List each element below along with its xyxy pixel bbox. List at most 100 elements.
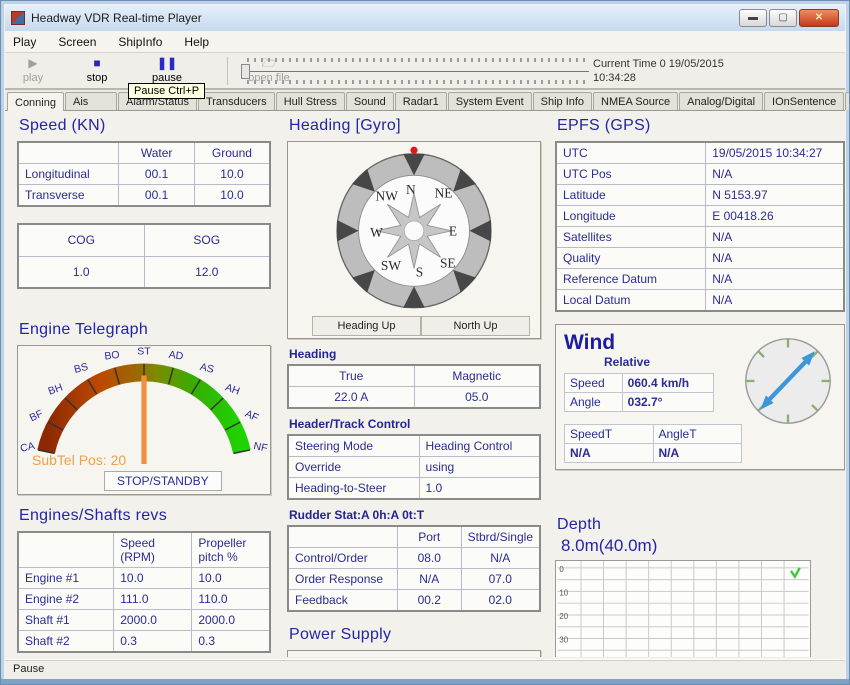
menu-shipinfo[interactable]: ShipInfo [118,35,162,49]
table-row: Control/Order08.0N/A [288,548,540,569]
stop-standby-button[interactable]: STOP/STANDBY [104,471,222,491]
pause-tooltip: Pause Ctrl+P [128,83,205,99]
tab-radar2[interactable]: Radar2 [845,92,850,110]
tab-ship-info[interactable]: Ship Info [533,92,592,110]
playback-slider[interactable] [241,58,589,86]
play-icon: ▶ [13,55,53,71]
table-row: Engine #110.010.0 [18,568,270,589]
close-button[interactable]: ✕ [799,9,839,27]
window-bottom-border [1,679,849,684]
svg-text:10: 10 [559,588,568,597]
heading-up-button[interactable]: Heading Up [312,316,421,336]
toolbar-separator [227,57,228,85]
tab-analog-digital[interactable]: Analog/Digital [679,92,763,110]
pause-button[interactable]: ❚❚ pause [143,55,191,84]
table-row: Transverse 00.1 10.0 [18,185,270,207]
gyro-section-title: Heading [Gyro] [289,117,541,135]
wind-speedt-value: N/A [565,444,654,463]
svg-text:E: E [449,223,457,238]
track-control-table: Steering ModeHeading Control Overrideusi… [287,434,541,500]
slider-thumb[interactable] [241,64,250,79]
cog-sog-table: COG SOG 1.0 12.0 [17,223,271,289]
status-text: Pause [13,663,44,675]
depth-grid [557,561,808,657]
svg-text:SE: SE [440,255,456,270]
heading-marker-dot [410,147,417,154]
current-time-line2: 10:34:28 [593,71,724,85]
svg-text:AF: AF [243,408,260,425]
depth-section-title: Depth [557,516,845,534]
rudder-section-title: Rudder Stat:A 0h:A 0t:T [289,508,541,522]
slider-track [245,71,589,72]
svg-text:30: 30 [559,635,568,644]
north-up-button[interactable]: North Up [421,316,530,336]
speed-section-title: Speed (KN) [19,117,271,135]
current-time: Current Time 0 19/05/2015 10:34:28 [593,57,724,85]
table-row: Feedback00.202.0 [288,590,540,612]
table-row: Shaft #20.30.3 [18,631,270,653]
svg-text:N: N [406,182,416,197]
sog-label: SOG [144,224,270,256]
epfs-table: UTC19/05/2015 10:34:27 UTC PosN/A Latitu… [555,141,845,312]
wind-anglet-label: AngleT [653,425,742,444]
tab-sound[interactable]: Sound [346,92,394,110]
stop-icon: ■ [75,55,119,71]
table-row: Engine #2111.0110.0 [18,589,270,610]
depth-trace-marker [791,568,800,577]
tab-nmea-source[interactable]: NMEA Source [593,92,678,110]
table-row: UTC PosN/A [556,164,844,185]
subtel-position: SubTel Pos: 20 [32,452,126,468]
maximize-button[interactable]: ▢ [769,9,797,27]
svg-text:20: 20 [559,612,568,621]
menu-bar: Play Screen ShipInfo Help [5,31,845,53]
tab-conning[interactable]: Conning [7,92,64,111]
engines-section-title: Engines/Shafts revs [19,507,271,525]
epfs-section-title: EPFS (GPS) [557,117,845,135]
tab-radar1[interactable]: Radar1 [395,92,447,110]
menu-help[interactable]: Help [184,35,209,49]
tab-transducers[interactable]: Transducers [198,92,275,110]
stop-button[interactable]: ■ stop [75,55,119,84]
svg-text:AS: AS [199,361,216,376]
rudder-col-port: Port [397,526,461,548]
pause-icon: ❚❚ [143,55,191,71]
rudder-col-stbd: Stbrd/Single [461,526,540,548]
slider-ticks-top [247,58,589,62]
telegraph-dial: CA BF BH BS BO ST AD AS AH AF NF [18,346,270,464]
app-window: Headway VDR Real-time Player ▬ ▢ ✕ Play … [0,0,850,685]
tab-system-event[interactable]: System Event [448,92,532,110]
wind-relative-table: Speed 060.4 km/h Angle 032.7° [564,373,714,412]
svg-text:ST: ST [137,346,151,357]
svg-text:AD: AD [168,349,184,363]
heading-section-title: Heading [289,347,541,361]
title-bar[interactable]: Headway VDR Real-time Player ▬ ▢ ✕ [5,5,845,31]
current-time-line1: Current Time 0 19/05/2015 [593,57,724,71]
depth-axis-labels: 0 10 20 30 40 [559,565,568,657]
svg-text:NF: NF [252,440,268,455]
svg-text:0: 0 [559,565,564,574]
minimize-button[interactable]: ▬ [739,9,767,27]
svg-text:SW: SW [381,258,401,273]
tab-hull-stress[interactable]: Hull Stress [276,92,345,110]
heading-table: True Magnetic 22.0 A 05.0 [287,364,541,409]
tab-ionsentence[interactable]: IOnSentence [764,92,844,110]
wind-speed-label: Speed [565,374,623,393]
svg-text:BF: BF [28,408,45,425]
sog-value: 12.0 [144,256,270,288]
table-row: LatitudeN 5153.97 [556,185,844,206]
rudder-table: Port Stbrd/Single Control/Order08.0N/A O… [287,525,541,612]
heading-magnetic-value: 05.0 [414,387,540,409]
menu-screen[interactable]: Screen [58,35,96,49]
menu-play[interactable]: Play [13,35,36,49]
tab-ais[interactable]: Ais [65,92,117,110]
telegraph-section-title: Engine Telegraph [19,321,271,339]
engines-table: Speed (RPM) Propeller pitch % Engine #11… [17,531,271,653]
svg-text:NE: NE [435,186,453,201]
play-button[interactable]: ▶ play [13,55,53,84]
table-row: Longitudinal 00.1 10.0 [18,164,270,185]
wind-dial [742,335,834,427]
speed-table: Water Ground Longitudinal 00.1 10.0 Tran… [17,141,271,207]
wind-anglet-value: N/A [653,444,742,463]
depth-chart: 0 10 20 30 40 [555,560,811,657]
wind-speed-value: 060.4 km/h [622,374,713,393]
